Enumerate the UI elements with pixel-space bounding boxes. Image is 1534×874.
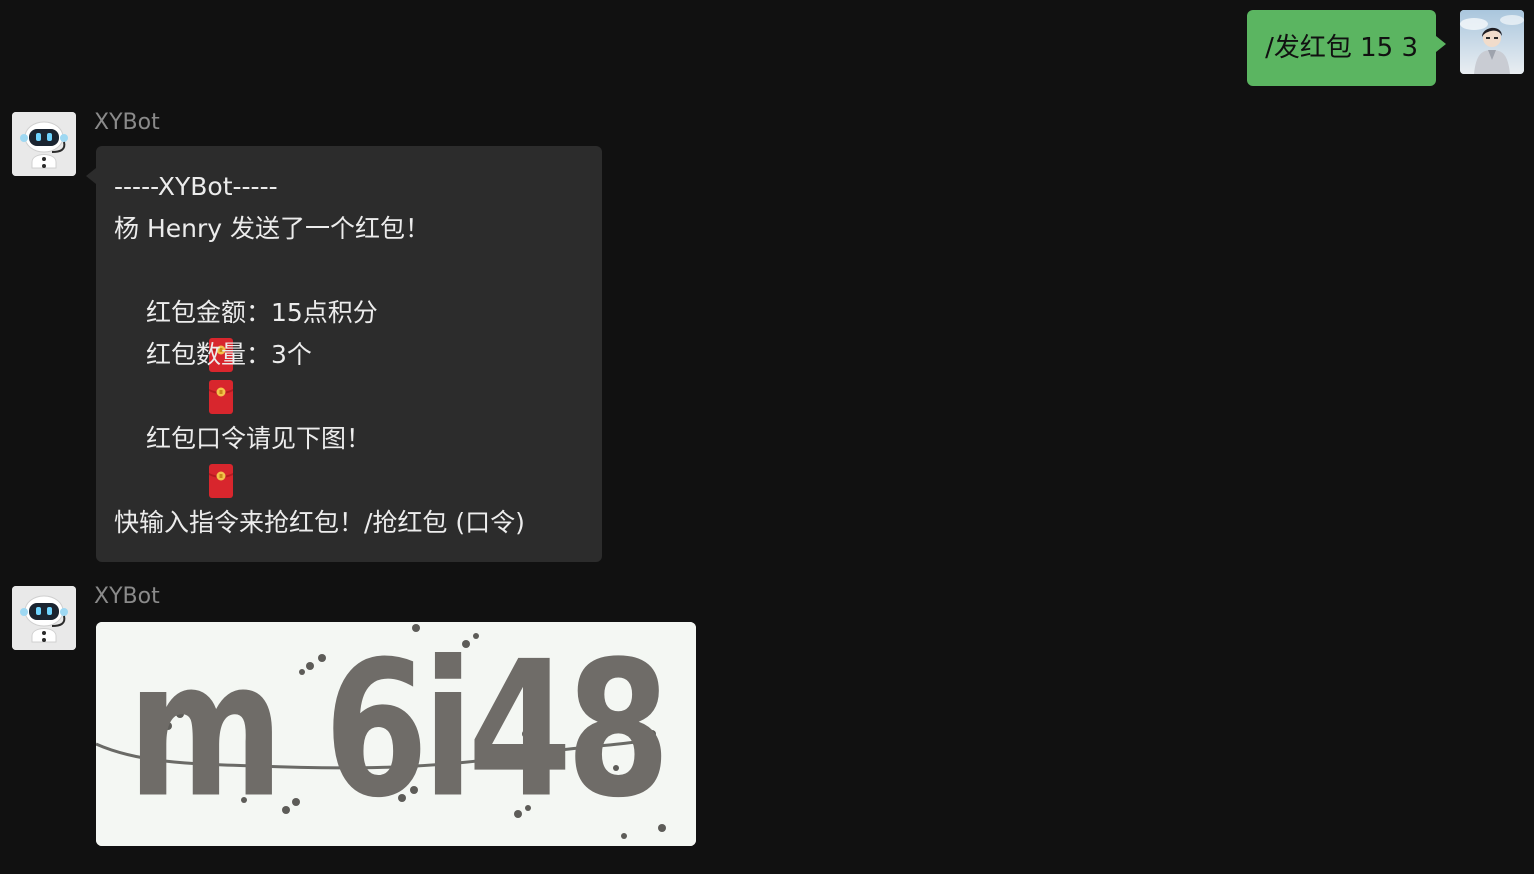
- robot-icon: [12, 586, 76, 650]
- sender-name: XYBot: [94, 584, 160, 609]
- message-line: 红包数量：3个: [114, 334, 584, 414]
- outgoing-bubble[interactable]: /发红包 15 3: [1247, 10, 1446, 86]
- red-envelope-icon: [114, 296, 234, 372]
- captcha-image[interactable]: m 6i48: [96, 622, 696, 846]
- message-line: -----XYBot-----: [114, 166, 584, 208]
- message-body: XYBot -----XYBot----- 杨 Henry 发送了一个红包！ 红…: [86, 110, 602, 562]
- line-text: 红包数量：3个: [146, 340, 312, 369]
- robot-icon: [12, 112, 76, 176]
- bot-avatar[interactable]: [12, 112, 76, 176]
- bot-text-bubble[interactable]: -----XYBot----- 杨 Henry 发送了一个红包！ 红包金额：15…: [86, 146, 602, 562]
- message-line: 红包金额：15点积分: [114, 292, 584, 372]
- message-line: 杨 Henry 发送了一个红包！: [114, 208, 584, 250]
- line-text: 杨 Henry 发送了一个红包！: [114, 214, 430, 243]
- chat-window: /发红包 15 3 XYBot -----XYBot----- 杨 Henry …: [0, 0, 1534, 874]
- captcha-text: m 6i48: [128, 622, 665, 840]
- red-envelope-icon: [114, 422, 234, 498]
- message-line: 快输入指令来抢红包！/抢红包 (口令): [114, 502, 584, 544]
- bot-avatar[interactable]: [12, 586, 76, 650]
- captcha-graphic: m 6i48: [96, 622, 696, 846]
- incoming-message: XYBot -----XYBot----- 杨 Henry 发送了一个红包！ 红…: [12, 110, 602, 562]
- outgoing-message: /发红包 15 3: [1247, 10, 1524, 86]
- line-text: 红包金额：15点积分: [146, 298, 378, 327]
- message-line: 红包口令请见下图！: [114, 418, 584, 498]
- message-body: XYBot m 6i48: [94, 584, 696, 846]
- user-avatar[interactable]: [1460, 10, 1524, 74]
- line-text: 快输入指令来抢红包！/抢红包 (口令): [114, 508, 525, 537]
- line-text: -----XYBot-----: [114, 172, 278, 201]
- user-avatar-icon: [1460, 10, 1524, 74]
- incoming-message: XYBot m 6i48: [12, 584, 696, 846]
- sender-name: XYBot: [94, 110, 160, 135]
- line-text: 红包口令请见下图！: [146, 424, 372, 453]
- red-envelope-icon: [114, 338, 234, 414]
